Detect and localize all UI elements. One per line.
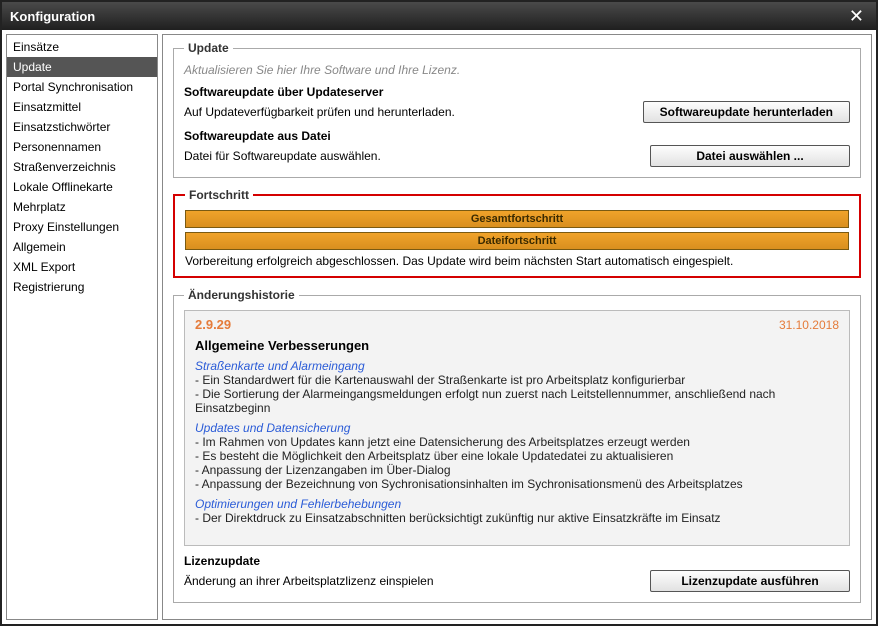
license-label: Lizenzupdate (184, 554, 260, 568)
history-bullet: - Anpassung der Lizenzangaben im Über-Di… (195, 463, 839, 477)
history-bullet: - Anpassung der Bezeichnung von Sychroni… (195, 477, 839, 491)
progress-group-title: Fortschritt (185, 188, 253, 202)
history-bullet: - Ein Standardwert für die Kartenauswahl… (195, 373, 839, 387)
history-section-1-title: Updates und Datensicherung (195, 421, 839, 435)
body: Einsätze Update Portal Synchronisation E… (2, 30, 876, 624)
sidebar-item-offlinekarte[interactable]: Lokale Offlinekarte (7, 177, 157, 197)
main-panel: Update Aktualisieren Sie hier Ihre Softw… (162, 34, 872, 620)
history-section-0-title: Straßenkarte und Alarmeingang (195, 359, 839, 373)
window-title: Konfiguration (10, 9, 95, 24)
update-group-title: Update (184, 41, 233, 55)
license-update-button[interactable]: Lizenzupdate ausführen (650, 570, 850, 592)
titlebar: Konfiguration ✕ (2, 2, 876, 30)
history-group: Änderungshistorie 2.9.29 31.10.2018 Allg… (173, 288, 861, 603)
progress-message: Vorbereitung erfolgreich abgeschlossen. … (185, 254, 849, 268)
file-update-title: Softwareupdate aus Datei (184, 129, 850, 143)
history-version: 2.9.29 (195, 317, 231, 332)
history-date: 31.10.2018 (779, 318, 839, 332)
server-update-title: Softwareupdate über Updateserver (184, 85, 850, 99)
sidebar-item-personennamen[interactable]: Personennamen (7, 137, 157, 157)
history-bullet: - Die Sortierung der Alarmeingangsmeldun… (195, 387, 839, 415)
update-hint: Aktualisieren Sie hier Ihre Software und… (184, 63, 850, 77)
download-update-button[interactable]: Softwareupdate herunterladen (643, 101, 850, 123)
progress-group: Fortschritt Gesamtfortschritt Dateiforts… (173, 188, 861, 278)
update-group: Update Aktualisieren Sie hier Ihre Softw… (173, 41, 861, 178)
choose-file-button[interactable]: Datei auswählen ... (650, 145, 850, 167)
sidebar-item-mehrplatz[interactable]: Mehrplatz (7, 197, 157, 217)
server-update-desc: Auf Updateverfügbarkeit prüfen und herun… (184, 105, 643, 119)
history-bullet: - Im Rahmen von Updates kann jetzt eine … (195, 435, 839, 449)
history-heading: Allgemeine Verbesserungen (195, 338, 839, 353)
overall-progress-bar: Gesamtfortschritt (185, 210, 849, 228)
file-progress-label: Dateifortschritt (478, 235, 557, 247)
sidebar: Einsätze Update Portal Synchronisation E… (6, 34, 158, 620)
sidebar-item-xml-export[interactable]: XML Export (7, 257, 157, 277)
sidebar-item-portal-sync[interactable]: Portal Synchronisation (7, 77, 157, 97)
history-bullet: - Es besteht die Möglichkeit den Arbeits… (195, 449, 839, 463)
sidebar-item-einsatzmittel[interactable]: Einsatzmittel (7, 97, 157, 117)
license-desc: Änderung an ihrer Arbeitsplatzlizenz ein… (184, 574, 650, 588)
history-bullet: - Der Direktdruck zu Einsatzabschnitten … (195, 511, 839, 525)
sidebar-item-strassenverzeichnis[interactable]: Straßenverzeichnis (7, 157, 157, 177)
sidebar-item-update[interactable]: Update (7, 57, 157, 77)
overall-progress-label: Gesamtfortschritt (471, 213, 563, 225)
sidebar-item-allgemein[interactable]: Allgemein (7, 237, 157, 257)
config-window: Konfiguration ✕ Einsätze Update Portal S… (0, 0, 878, 626)
sidebar-item-proxy[interactable]: Proxy Einstellungen (7, 217, 157, 237)
close-icon[interactable]: ✕ (845, 6, 868, 27)
history-section-2-title: Optimierungen und Fehlerbehebungen (195, 497, 839, 511)
file-update-desc: Datei für Softwareupdate auswählen. (184, 149, 650, 163)
history-scroll[interactable]: 2.9.29 31.10.2018 Allgemeine Verbesserun… (184, 310, 850, 546)
history-group-title: Änderungshistorie (184, 288, 299, 302)
sidebar-item-einsaetze[interactable]: Einsätze (7, 37, 157, 57)
sidebar-item-einsatzstichwoerter[interactable]: Einsatzstichwörter (7, 117, 157, 137)
sidebar-item-registrierung[interactable]: Registrierung (7, 277, 157, 297)
file-progress-bar: Dateifortschritt (185, 232, 849, 250)
